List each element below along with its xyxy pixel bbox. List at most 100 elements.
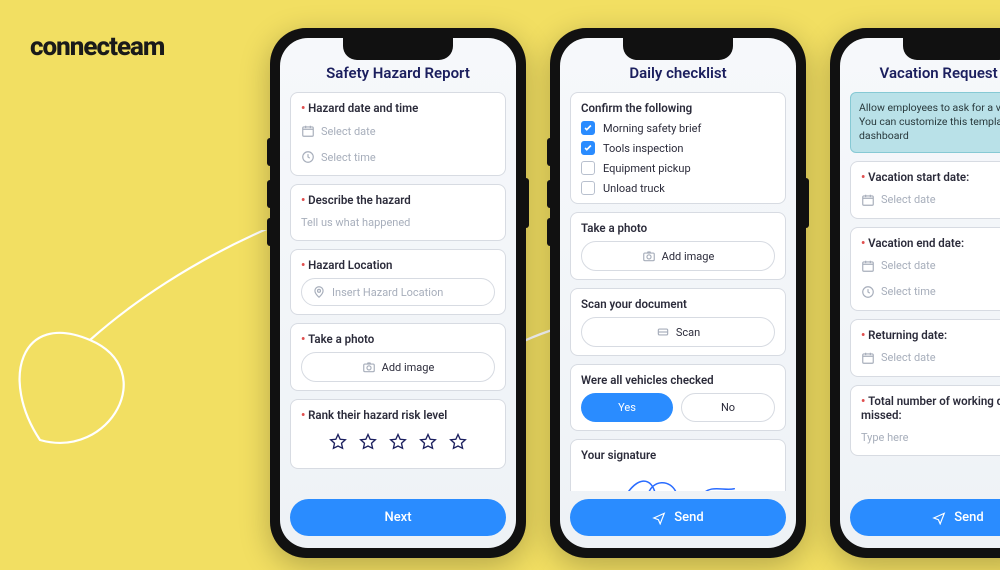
placeholder-text: Select date bbox=[881, 193, 936, 206]
star-icon[interactable] bbox=[328, 432, 348, 456]
field-label: Your signature bbox=[581, 448, 775, 462]
field-returning-date: Returning date: Select date bbox=[850, 319, 1000, 377]
location-input[interactable]: Insert Hazard Location bbox=[301, 278, 495, 306]
star-rating[interactable] bbox=[301, 428, 495, 460]
checkbox-item[interactable]: Unload truck bbox=[581, 181, 775, 195]
field-label: Hazard Location bbox=[301, 258, 495, 272]
checkbox-label: Tools inspection bbox=[603, 142, 683, 155]
next-button[interactable]: Next bbox=[290, 499, 506, 536]
field-label: Hazard date and time bbox=[301, 101, 495, 115]
yes-button[interactable]: Yes bbox=[581, 393, 673, 422]
button-label: Next bbox=[384, 510, 411, 525]
calendar-icon bbox=[861, 351, 875, 365]
brand-logo: connecteam bbox=[30, 32, 164, 62]
field-label: Take a photo bbox=[301, 332, 495, 346]
field-label: Confirm the following bbox=[581, 101, 775, 115]
checkbox-item[interactable]: Tools inspection bbox=[581, 141, 775, 155]
button-label: Add image bbox=[382, 361, 435, 374]
add-image-button[interactable]: Add image bbox=[301, 352, 495, 382]
checkbox-item[interactable]: Equipment pickup bbox=[581, 161, 775, 175]
checkbox-label: Morning safety brief bbox=[603, 122, 701, 135]
camera-icon bbox=[362, 360, 376, 374]
phone-vacation-request: Vacation Request Form Allow employees to… bbox=[830, 28, 1000, 558]
placeholder-text: Tell us what happened bbox=[301, 216, 410, 229]
field-label: Returning date: bbox=[861, 328, 1000, 342]
time-input[interactable]: Select time bbox=[861, 282, 1000, 302]
field-label: Were all vehicles checked bbox=[581, 373, 775, 387]
checkbox-icon bbox=[581, 141, 595, 155]
camera-icon bbox=[642, 249, 656, 263]
placeholder-text: Select date bbox=[881, 351, 936, 364]
star-icon[interactable] bbox=[388, 432, 408, 456]
signature-pad[interactable] bbox=[581, 468, 775, 491]
checkbox-item[interactable]: Morning safety brief bbox=[581, 121, 775, 135]
field-label: Describe the hazard bbox=[301, 193, 495, 207]
calendar-icon bbox=[861, 259, 875, 273]
pin-icon bbox=[312, 285, 326, 299]
star-icon[interactable] bbox=[418, 432, 438, 456]
star-icon[interactable] bbox=[358, 432, 378, 456]
placeholder-text: Type here bbox=[861, 431, 908, 444]
button-label: Yes bbox=[618, 401, 636, 414]
checkbox-label: Equipment pickup bbox=[603, 162, 691, 175]
field-describe-hazard: Describe the hazard Tell us what happene… bbox=[290, 184, 506, 241]
field-days-missed: Total number of working days missed: Typ… bbox=[850, 385, 1000, 456]
send-icon bbox=[932, 511, 946, 525]
field-label: Vacation start date: bbox=[861, 170, 1000, 184]
field-confirm-following: Confirm the following Morning safety bri… bbox=[570, 92, 786, 204]
checkbox-icon bbox=[581, 121, 595, 135]
button-label: Send bbox=[674, 510, 703, 525]
time-input[interactable]: Select time bbox=[301, 147, 495, 167]
field-signature: Your signature bbox=[570, 439, 786, 491]
page-title: Daily checklist bbox=[560, 64, 796, 92]
field-take-photo: Take a photo Add image bbox=[290, 323, 506, 391]
send-button[interactable]: Send bbox=[570, 499, 786, 536]
field-label: Rank their hazard risk level bbox=[301, 408, 495, 422]
date-input[interactable]: Select date bbox=[861, 190, 1000, 210]
button-label: Add image bbox=[662, 250, 715, 263]
send-icon bbox=[652, 511, 666, 525]
button-label: Scan bbox=[676, 326, 700, 339]
placeholder-text: Insert Hazard Location bbox=[332, 286, 443, 299]
phone-daily-checklist: Daily checklist Confirm the following Mo… bbox=[550, 28, 806, 558]
placeholder-text: Select time bbox=[321, 151, 376, 164]
field-vacation-start: Vacation start date: Select date bbox=[850, 161, 1000, 219]
placeholder-text: Select date bbox=[881, 259, 936, 272]
number-input[interactable]: Type here bbox=[861, 428, 1000, 447]
field-label: Take a photo bbox=[581, 221, 775, 235]
placeholder-text: Select date bbox=[321, 125, 376, 138]
date-input[interactable]: Select date bbox=[301, 121, 495, 141]
clock-icon bbox=[861, 285, 875, 299]
add-image-button[interactable]: Add image bbox=[581, 241, 775, 271]
scan-icon bbox=[656, 325, 670, 339]
send-button[interactable]: Send bbox=[850, 499, 1000, 536]
phone-safety-report: Safety Hazard Report Hazard date and tim… bbox=[270, 28, 526, 558]
date-input[interactable]: Select date bbox=[861, 256, 1000, 276]
placeholder-text: Select time bbox=[881, 285, 936, 298]
text-input[interactable]: Tell us what happened bbox=[301, 213, 495, 232]
field-take-photo: Take a photo Add image bbox=[570, 212, 786, 280]
field-label: Scan your document bbox=[581, 297, 775, 311]
field-label: Total number of working days missed: bbox=[861, 394, 1000, 422]
field-vacation-end: Vacation end date: Select date Select ti… bbox=[850, 227, 1000, 311]
button-label: Send bbox=[954, 510, 983, 525]
field-scan-document: Scan your document Scan bbox=[570, 288, 786, 356]
star-icon[interactable] bbox=[448, 432, 468, 456]
field-rank-risk: Rank their hazard risk level bbox=[290, 399, 506, 469]
calendar-icon bbox=[301, 124, 315, 138]
page-title: Safety Hazard Report bbox=[280, 64, 516, 92]
clock-icon bbox=[301, 150, 315, 164]
button-label: No bbox=[721, 401, 735, 414]
checkbox-icon bbox=[581, 161, 595, 175]
field-vehicles-checked: Were all vehicles checked Yes No bbox=[570, 364, 786, 431]
checkbox-icon bbox=[581, 181, 595, 195]
scan-button[interactable]: Scan bbox=[581, 317, 775, 347]
field-hazard-datetime: Hazard date and time Select date Select … bbox=[290, 92, 506, 176]
date-input[interactable]: Select date bbox=[861, 348, 1000, 368]
no-button[interactable]: No bbox=[681, 393, 775, 422]
field-hazard-location: Hazard Location Insert Hazard Location bbox=[290, 249, 506, 315]
calendar-icon bbox=[861, 193, 875, 207]
info-banner: Allow employees to ask for a vacation. Y… bbox=[850, 92, 1000, 153]
checkbox-label: Unload truck bbox=[603, 182, 665, 195]
page-title: Vacation Request Form bbox=[840, 64, 1000, 92]
